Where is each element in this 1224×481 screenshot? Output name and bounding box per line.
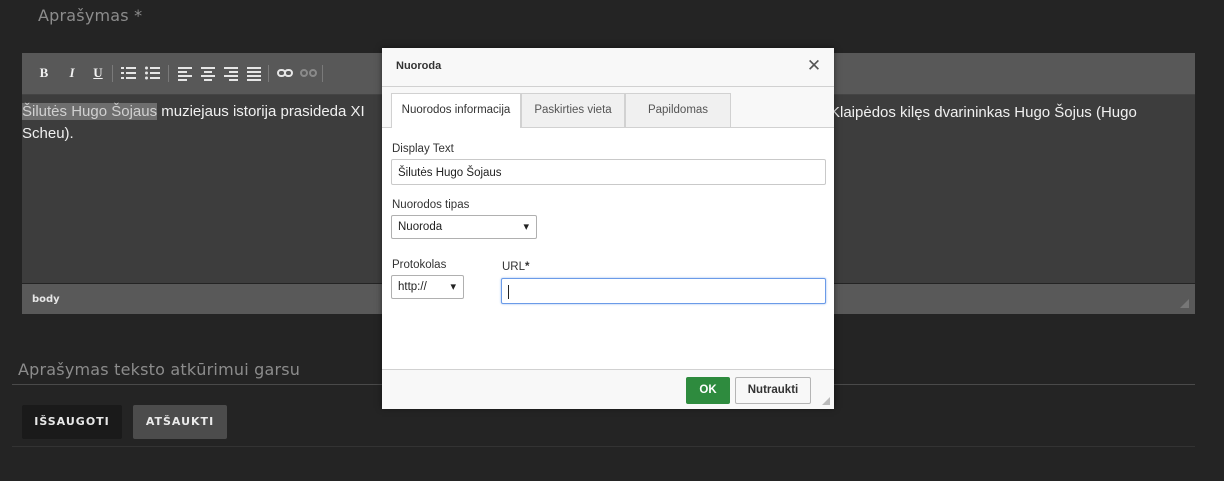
chevron-down-icon: ▾: [450, 281, 456, 293]
link-type-value: Nuoroda: [398, 221, 443, 233]
toolbar-separator: [322, 65, 323, 82]
tab-link-info[interactable]: Nuorodos informacija: [391, 93, 521, 128]
dialog-tabs: Nuorodos informacija Paskirties vieta Pa…: [382, 87, 834, 128]
required-marker: *: [525, 261, 530, 273]
display-text-label: Display Text: [392, 143, 454, 155]
link-dialog: Nuoroda ✕ Nuorodos informacija Paskirtie…: [382, 48, 834, 409]
align-right-icon[interactable]: [223, 65, 241, 81]
resize-grip-icon[interactable]: [822, 397, 830, 405]
bold-button[interactable]: B: [38, 65, 50, 81]
editor-text-rest: muziejaus istorija prasideda XI: [157, 103, 365, 120]
link-type-select[interactable]: Nuoroda ▾: [391, 215, 537, 239]
toolbar-separator: [112, 65, 113, 82]
editor-text-line-2: Scheu).: [22, 125, 74, 142]
editor-text-right: Klaipėdos kilęs dvarininkas Hugo Šojus (…: [830, 104, 1137, 121]
align-justify-icon[interactable]: [246, 65, 264, 81]
numbered-list-icon[interactable]: [120, 65, 138, 81]
tab-advanced[interactable]: Papildomas: [625, 93, 731, 127]
toolbar-separator: [268, 65, 269, 82]
italic-button[interactable]: I: [66, 65, 78, 81]
chevron-down-icon: ▾: [523, 221, 529, 233]
protocol-label: Protokolas: [392, 259, 447, 271]
align-left-icon[interactable]: [177, 65, 195, 81]
url-label-text: URL: [502, 261, 526, 273]
dialog-cancel-button[interactable]: Nutraukti: [735, 377, 811, 404]
protocol-value: http://: [398, 281, 427, 293]
resize-grip-icon[interactable]: [1180, 299, 1189, 308]
save-button[interactable]: IŠSAUGOTI: [22, 405, 122, 439]
dialog-footer: OK Nutraukti: [382, 369, 834, 409]
underline-button[interactable]: U: [92, 65, 104, 81]
selected-text: Šilutės Hugo Šojaus: [22, 103, 158, 120]
cancel-button[interactable]: ATŠAUKTI: [133, 405, 227, 439]
url-input[interactable]: [501, 278, 826, 304]
close-icon[interactable]: ✕: [804, 56, 824, 76]
tab-target[interactable]: Paskirties vieta: [521, 93, 625, 127]
dialog-title: Nuoroda: [396, 60, 442, 72]
description-label: Aprašymas *: [38, 6, 143, 25]
bulleted-list-icon[interactable]: [144, 65, 162, 81]
link-icon[interactable]: [277, 65, 295, 81]
element-path[interactable]: body: [32, 294, 60, 305]
divider: [12, 446, 1195, 447]
align-center-icon[interactable]: [200, 65, 218, 81]
protocol-select[interactable]: http:// ▾: [391, 275, 464, 299]
link-type-label: Nuorodos tipas: [392, 199, 470, 211]
toolbar-separator: [168, 65, 169, 82]
unlink-icon[interactable]: [300, 65, 318, 81]
dialog-body: Display Text Šilutės Hugo Šojaus Nuorodo…: [382, 128, 834, 369]
url-label: URL*: [502, 261, 530, 273]
text-caret: [508, 285, 509, 299]
display-text-input[interactable]: Šilutės Hugo Šojaus: [391, 159, 826, 185]
tts-description-label: Aprašymas teksto atkūrimui garsu: [18, 360, 301, 379]
dialog-titlebar[interactable]: Nuoroda ✕: [382, 48, 834, 87]
ok-button[interactable]: OK: [686, 377, 730, 404]
